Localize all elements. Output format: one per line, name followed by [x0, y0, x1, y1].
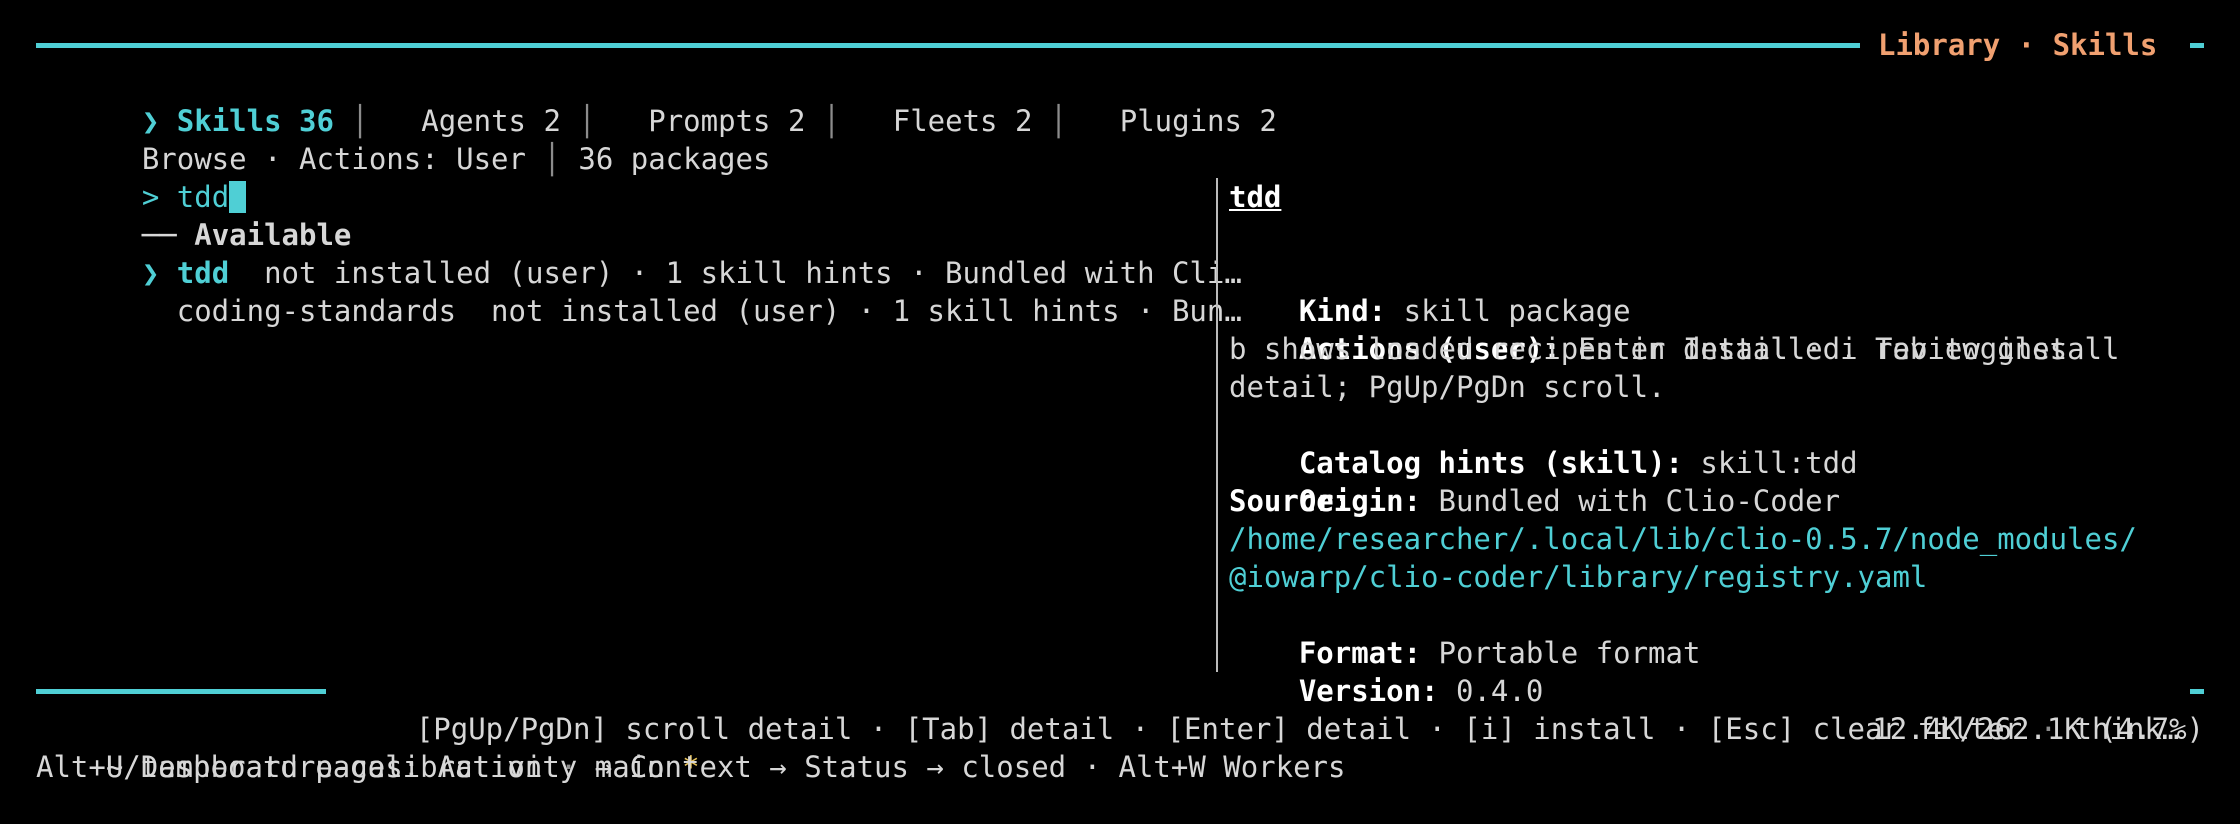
package-desc: not installed (user) · 1 skill hints · B…	[491, 294, 1242, 328]
key-hints: [PgUp/PgDn] scroll detail · [Tab] detail…	[415, 712, 2180, 746]
detail-kind: Kind: skill package	[1298, 294, 1631, 328]
detail-source-path-cont[interactable]: @iowarp/clio-coder/library/registry.yaml	[1229, 558, 1927, 596]
tab-separator: │	[822, 104, 841, 138]
detail-origin: Origin: Bundled with Clio-Coder	[1298, 484, 1841, 518]
detail-divider	[1216, 178, 1218, 672]
tab-bar: ❯ Skills 36 │ Agents 2 │ Prompts 2 │ Fle…	[72, 64, 1277, 138]
package-count: 36 packages	[578, 142, 771, 176]
top-rule-end	[2190, 43, 2204, 48]
detail-source-label: Source:	[1229, 484, 1352, 518]
section-header: ── Available	[72, 178, 352, 252]
list-item[interactable]: ❯ tdd not installed (user) · 1 skill hin…	[72, 216, 1242, 290]
tab-separator: │	[1049, 104, 1068, 138]
detail-hints: Catalog hints (skill): skill:tdd	[1298, 446, 1858, 480]
bottom-rule	[36, 689, 326, 694]
detail-actions-line3: detail; PgUp/PgDn scroll.	[1229, 370, 1666, 404]
context-usage: 12.4K/262.1K (4.7%)	[1872, 712, 2204, 746]
tab-plugins[interactable]: Plugins 2	[1120, 104, 1277, 138]
detail-source-path[interactable]: /home/researcher/.local/lib/clio-0.5.7/n…	[1229, 520, 2137, 558]
shortcut-hint: Alt+U Dashboard pages: Activity → Contex…	[36, 750, 1346, 784]
detail-actions-line2: b shows loaded recipes in Installed. Tab…	[1229, 332, 2068, 366]
top-rule	[36, 43, 1860, 48]
package-name[interactable]: coding-standards	[177, 294, 456, 328]
list-item[interactable]: coding-standards not installed (user) · …	[72, 254, 1242, 328]
detail-format: Format: Portable format	[1298, 636, 1701, 670]
window-title: Library · Skills	[1878, 28, 2158, 62]
terminal: Library · Skills ❯ Skills 36 │ Agents 2 …	[0, 0, 2240, 816]
status-line: ~/temperature-calibration · main *	[105, 750, 700, 784]
browse-separator: │	[543, 142, 561, 176]
detail-actions: Actions (user): Enter detail · i review …	[1298, 332, 2120, 366]
tab-fleets[interactable]: Fleets 2	[893, 104, 1033, 138]
browse-status: Browse · Actions: User │ 36 packages	[72, 102, 771, 176]
filter-input[interactable]: > tdd	[72, 140, 247, 214]
detail-version: Version: 0.4.0	[1298, 674, 1544, 708]
detail-title: tdd	[1229, 180, 1282, 214]
bottom-rule-end	[2190, 689, 2204, 694]
